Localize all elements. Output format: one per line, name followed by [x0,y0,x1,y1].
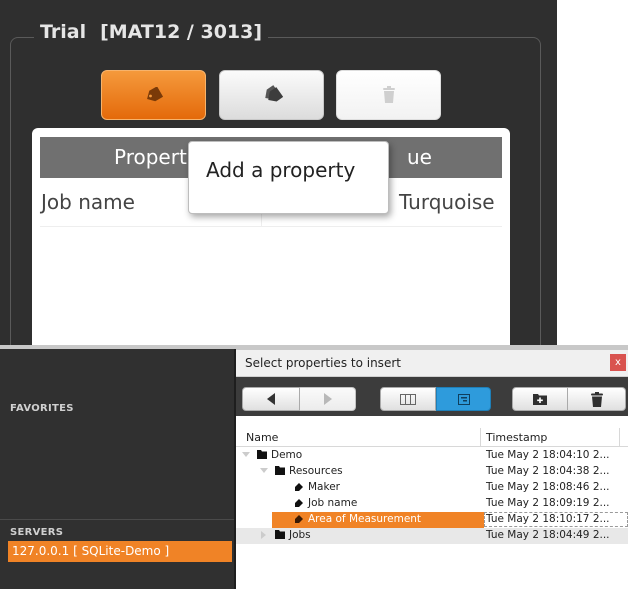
tree-item-label: Maker [308,481,340,493]
tree-row-area-of-measurement[interactable]: Area of Measurement Tue May 2 18:10:17 2… [236,512,628,528]
dialog-toolbar [236,377,628,416]
tree-item-timestamp: Tue May 2 18:04:10 2... [486,449,610,461]
trash-icon [590,391,603,407]
tree-view-icon [457,393,470,405]
tree-item-label: Area of Measurement [308,513,422,525]
forward-icon [323,393,332,405]
column-view-icon [400,393,416,405]
tree-item-label: Resources [289,465,343,477]
tree-item-timestamp: Tue May 2 18:10:17 2... [486,513,610,525]
trial-panel: Trial [MAT12 / 3013] Propert ue Job name … [0,0,557,369]
column-header-property[interactable]: Propert [114,145,187,169]
delete-button[interactable] [568,387,626,411]
property-value-cell: Turquoise [399,190,495,214]
column-separator[interactable] [619,428,620,446]
collapse-arrow-icon[interactable] [261,531,266,539]
servers-divider [0,519,234,520]
forward-button[interactable] [300,387,356,411]
tree-row-job-name[interactable]: Job name Tue May 2 18:09:19 2... [236,496,628,512]
tree-item-timestamp: Tue May 2 18:08:46 2... [486,481,610,493]
tree-item-label: Demo [271,449,303,461]
tag-icon [295,499,303,507]
column-header-timestamp[interactable]: Timestamp [486,431,547,444]
folder-icon [257,450,267,459]
select-properties-dialog: Select properties to insert x Name Times… [236,350,628,589]
column-view-button[interactable] [380,387,436,411]
tag-icon [295,515,303,523]
trial-code: [MAT12 / 3013] [100,21,263,43]
folder-icon [275,530,285,539]
column-header-name[interactable]: Name [246,431,278,444]
tree-item-timestamp: Tue May 2 18:09:19 2... [486,497,610,509]
tree-row-jobs[interactable]: Jobs Tue May 2 18:04:49 2... [236,528,628,544]
dialog-title-bar: Select properties to insert x [236,350,628,377]
tree-item-label: Jobs [289,529,311,541]
trial-label: Trial [40,21,87,43]
add-property-menu-item[interactable]: Add a property [206,158,355,182]
servers-heading: SERVERS [10,527,64,538]
tree-header: Name Timestamp [236,428,628,447]
expand-arrow-icon[interactable] [260,468,268,473]
new-folder-button[interactable] [512,387,568,411]
favorites-heading: FAVORITES [10,403,74,414]
column-separator[interactable] [480,428,481,446]
property-name-cell: Job name [41,190,135,214]
server-item-sqlite-demo[interactable]: 127.0.0.1 [ SQLite-Demo ] [8,541,232,562]
new-folder-icon [533,394,547,405]
trash-icon [382,86,395,103]
tree-item-timestamp: Tue May 2 18:04:49 2... [486,529,610,541]
delete-property-button[interactable] [336,70,441,120]
add-property-button[interactable] [101,70,206,120]
back-button[interactable] [242,387,300,411]
tree-view-button[interactable] [436,387,491,411]
add-property-popup[interactable]: Add a property [188,141,389,214]
tree-row-maker[interactable]: Maker Tue May 2 18:08:46 2... [236,480,628,496]
column-header-value[interactable]: ue [407,145,432,169]
expand-arrow-icon[interactable] [242,452,250,457]
folder-icon [275,466,285,475]
trial-group-title: Trial [MAT12 / 3013] [34,20,269,44]
close-button[interactable]: x [610,354,626,371]
tag-icon [295,483,303,491]
dialog-title: Select properties to insert [245,356,401,370]
tree-row-demo[interactable]: Demo Tue May 2 18:04:10 2... [236,448,628,464]
tags-icon [264,85,283,102]
tree-item-timestamp: Tue May 2 18:04:38 2... [486,465,610,477]
tag-icon [146,87,163,102]
back-icon [267,393,275,405]
tree-row-resources[interactable]: Resources Tue May 2 18:04:38 2... [236,464,628,480]
copy-properties-button[interactable] [219,70,324,120]
tree-item-label: Job name [308,497,358,509]
